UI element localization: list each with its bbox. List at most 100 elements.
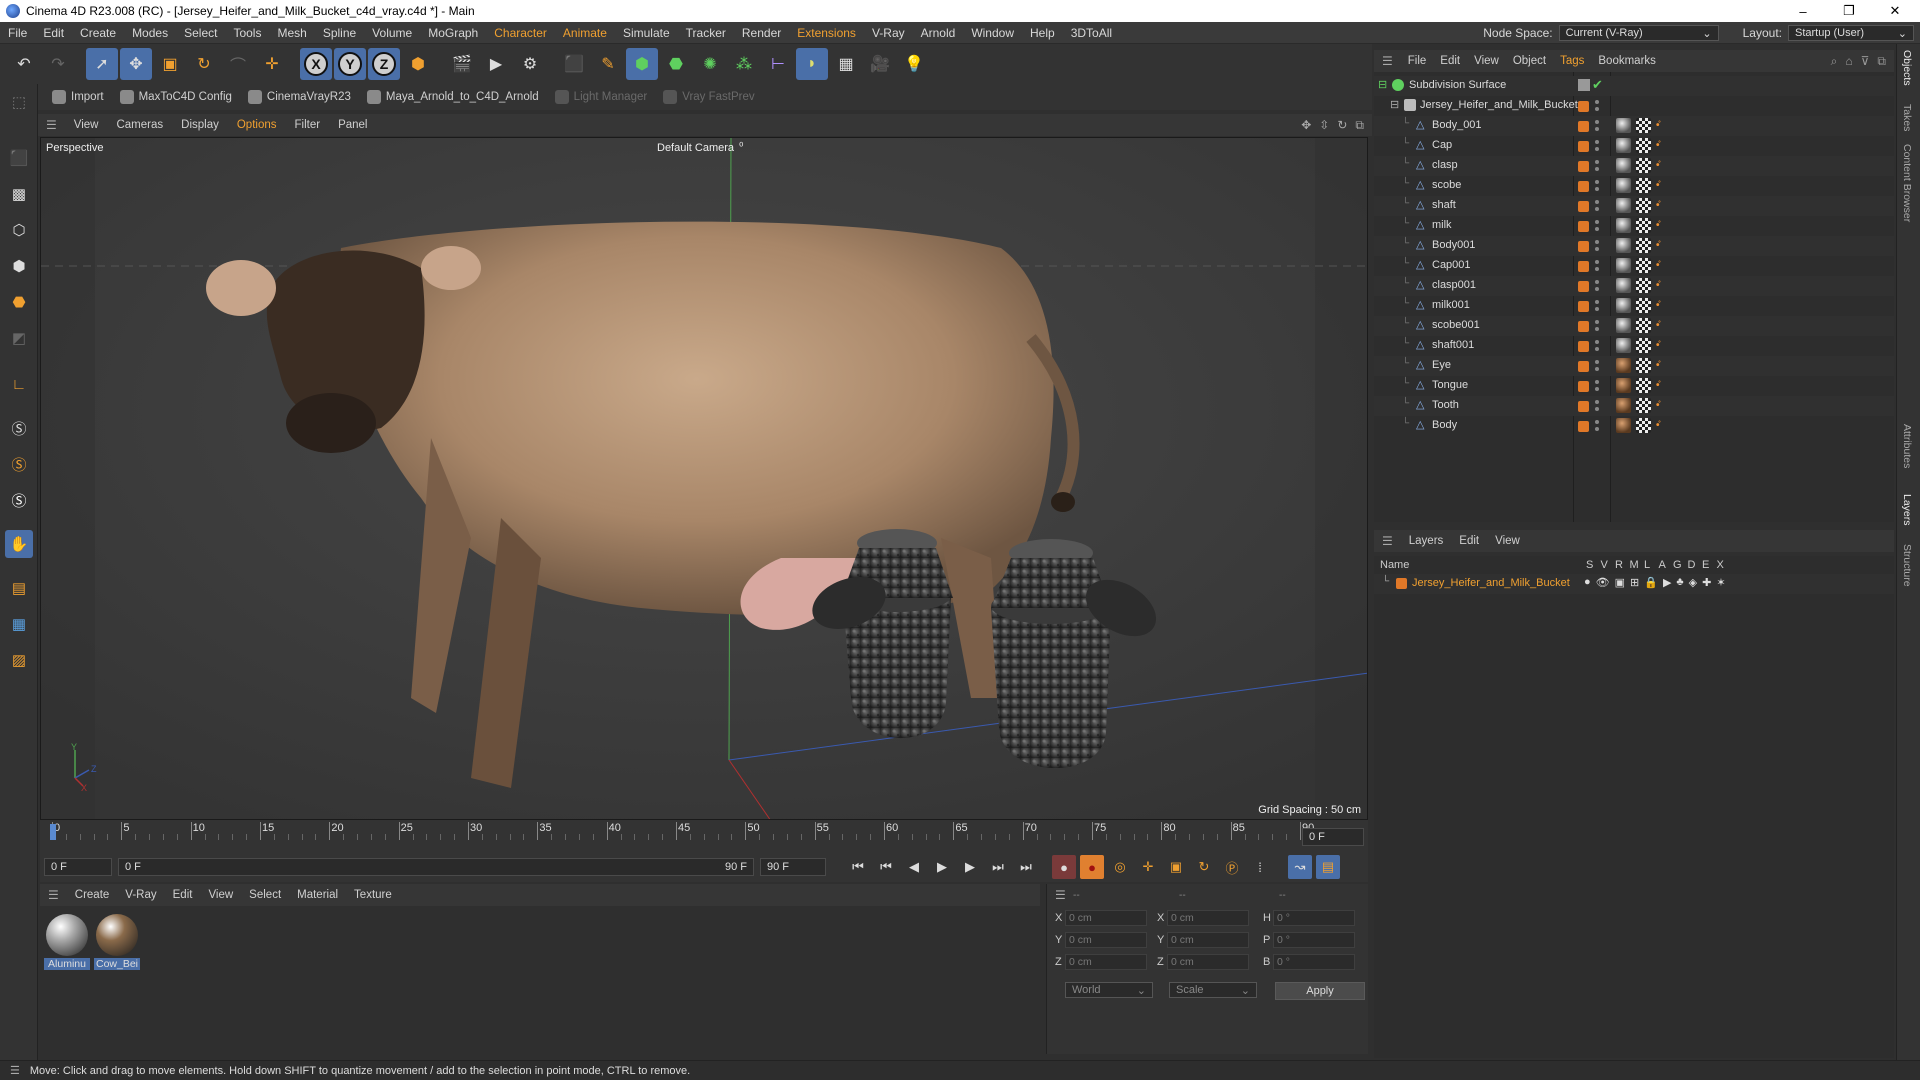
object-row[interactable]: └ △ Body001 •̊ xyxy=(1374,236,1894,256)
coordinate-value-field[interactable]: 0 cm xyxy=(1167,954,1249,970)
side-tab-structure[interactable]: Structure xyxy=(1901,544,1913,587)
animation-icon[interactable]: ▶ xyxy=(1663,576,1671,589)
coordinate-value-field[interactable]: 0 cm xyxy=(1167,932,1249,948)
quantize-icon[interactable]: Ⓢ xyxy=(5,486,33,514)
menu-3dtoall[interactable]: 3DToAll xyxy=(1063,26,1120,40)
layer-menu-view[interactable]: View xyxy=(1487,535,1528,547)
viewport-menu-panel[interactable]: Panel xyxy=(329,119,376,131)
current-frame-field[interactable]: 0 F xyxy=(1302,828,1364,846)
menu-select[interactable]: Select xyxy=(176,26,225,40)
menu-tracker[interactable]: Tracker xyxy=(678,26,734,40)
hamburger-icon[interactable]: ☰ xyxy=(1374,54,1401,68)
z-axis-lock-icon[interactable]: Z xyxy=(368,48,400,80)
object-row[interactable]: └ △ clasp001 •̊ xyxy=(1374,276,1894,296)
menu-arnold[interactable]: Arnold xyxy=(913,26,964,40)
object-menu-view[interactable]: View xyxy=(1467,55,1506,67)
scale-icon[interactable]: ▣ xyxy=(154,48,186,80)
object-row-root[interactable]: ⊟ Subdivision Surface ✔ xyxy=(1374,76,1894,96)
material-swatch[interactable]: Cow_Bei xyxy=(94,912,140,974)
layer-column-a[interactable]: A xyxy=(1659,559,1666,571)
viewport-menu-options[interactable]: Options xyxy=(228,119,286,131)
layer-swatch[interactable] xyxy=(1578,181,1589,192)
coordinate-value-field[interactable]: 0 cm xyxy=(1065,954,1147,970)
key-parameter-icon[interactable]: Ⓟ xyxy=(1220,855,1244,879)
texture-tag-icon[interactable] xyxy=(1636,238,1651,253)
vray-tag-icon[interactable]: •̊ xyxy=(1656,220,1666,232)
render-region-icon[interactable]: 🎬 xyxy=(446,48,478,80)
material-menu-material[interactable]: Material xyxy=(289,889,346,901)
texture-tag-icon[interactable] xyxy=(1636,178,1651,193)
visibility-dots[interactable] xyxy=(1595,280,1599,292)
visibility-dots[interactable] xyxy=(1595,120,1599,132)
start-frame-field[interactable]: 0 F xyxy=(44,858,112,876)
vray-tag-icon[interactable]: •̊ xyxy=(1656,340,1666,352)
menu-extensions[interactable]: Extensions xyxy=(789,26,864,40)
generators-icon[interactable]: ♣ xyxy=(1676,576,1683,589)
material-menu-texture[interactable]: Texture xyxy=(346,889,400,901)
material-menu-vray[interactable]: V-Ray xyxy=(117,889,164,901)
orbit-icon[interactable]: ↻ xyxy=(1337,118,1347,133)
layer-swatch[interactable] xyxy=(1578,261,1589,272)
hamburger-icon[interactable]: ☰ xyxy=(40,888,67,902)
preview-range-slider[interactable]: 0 F 90 F xyxy=(118,858,754,876)
object-row[interactable]: └ △ Tongue •̊ xyxy=(1374,376,1894,396)
minimize-button[interactable]: – xyxy=(1780,0,1826,22)
menu-window[interactable]: Window xyxy=(963,26,1022,40)
material-tag-icon[interactable] xyxy=(1616,318,1631,333)
layer-swatch[interactable] xyxy=(1578,401,1589,412)
material-tag-icon[interactable] xyxy=(1616,138,1631,153)
visibility-dots[interactable] xyxy=(1595,180,1599,192)
redo-icon[interactable]: ↷ xyxy=(42,48,74,80)
menu-character[interactable]: Character xyxy=(486,26,555,40)
texture-tag-icon[interactable] xyxy=(1636,398,1651,413)
render-settings-icon[interactable]: ⚙ xyxy=(514,48,546,80)
material-tag-icon[interactable] xyxy=(1616,358,1631,373)
polygons-mode-icon[interactable]: ⬣ xyxy=(5,288,33,316)
subdivision-icon[interactable]: ⬢ xyxy=(626,48,658,80)
texture-tag-icon[interactable] xyxy=(1636,218,1651,233)
camera-link-icon[interactable]: ⁰ xyxy=(739,140,743,153)
object-row[interactable]: └ △ Cap •̊ xyxy=(1374,136,1894,156)
material-tag-icon[interactable] xyxy=(1616,258,1631,273)
object-row[interactable]: └ △ milk •̊ xyxy=(1374,216,1894,236)
texture-tag-icon[interactable] xyxy=(1636,298,1651,313)
material-tag-icon[interactable] xyxy=(1616,398,1631,413)
menu-tools[interactable]: Tools xyxy=(225,26,269,40)
texture-mode-icon[interactable]: ▩ xyxy=(5,180,33,208)
pen-spline-icon[interactable]: ✎ xyxy=(592,48,624,80)
texture-tag-icon[interactable] xyxy=(1636,358,1651,373)
layer-swatch[interactable] xyxy=(1578,121,1589,132)
texture-tag-icon[interactable] xyxy=(1636,318,1651,333)
axis-mode-icon[interactable]: ∟ xyxy=(5,370,33,398)
vray-tag-icon[interactable]: •̊ xyxy=(1656,320,1666,332)
layer-swatch[interactable] xyxy=(1578,79,1590,91)
visibility-dots[interactable] xyxy=(1595,200,1599,212)
layer-column-e[interactable]: E xyxy=(1702,559,1709,571)
coordinate-mode-dropdown[interactable]: World ⌄ xyxy=(1065,982,1153,998)
visibility-dots[interactable] xyxy=(1595,240,1599,252)
layer-color-swatch[interactable] xyxy=(1396,578,1407,589)
object-row[interactable]: └ △ clasp •̊ xyxy=(1374,156,1894,176)
material-swatch[interactable]: Aluminu xyxy=(44,912,90,974)
coordinate-value-field[interactable]: 0 ° xyxy=(1273,910,1355,926)
menu-render[interactable]: Render xyxy=(734,26,789,40)
material-tag-icon[interactable] xyxy=(1616,178,1631,193)
layer-column-v[interactable]: V xyxy=(1601,559,1608,571)
texture-tag-icon[interactable] xyxy=(1636,418,1651,433)
coordinate-value-field[interactable]: 0 cm xyxy=(1167,910,1249,926)
layer-swatch[interactable] xyxy=(1578,281,1589,292)
layer-swatch[interactable] xyxy=(1578,201,1589,212)
select-arrow-icon[interactable]: ➚ xyxy=(86,48,118,80)
side-tab-attributes[interactable]: Attributes xyxy=(1901,424,1913,468)
side-tab-layers[interactable]: Layers xyxy=(1901,494,1913,526)
go-to-start-icon[interactable]: ⏮ xyxy=(846,855,870,879)
material-tag-icon[interactable] xyxy=(1616,218,1631,233)
menu-edit[interactable]: Edit xyxy=(35,26,72,40)
layer-menu-layers[interactable]: Layers xyxy=(1401,535,1452,547)
size-mode-dropdown[interactable]: Scale ⌄ xyxy=(1169,982,1257,998)
layer-column-g[interactable]: G xyxy=(1673,559,1682,571)
vray-tag-icon[interactable]: •̊ xyxy=(1656,300,1666,312)
material-menu-view[interactable]: View xyxy=(200,889,241,901)
vray-tag-icon[interactable]: •̊ xyxy=(1656,180,1666,192)
vray-tag-icon[interactable]: •̊ xyxy=(1656,160,1666,172)
